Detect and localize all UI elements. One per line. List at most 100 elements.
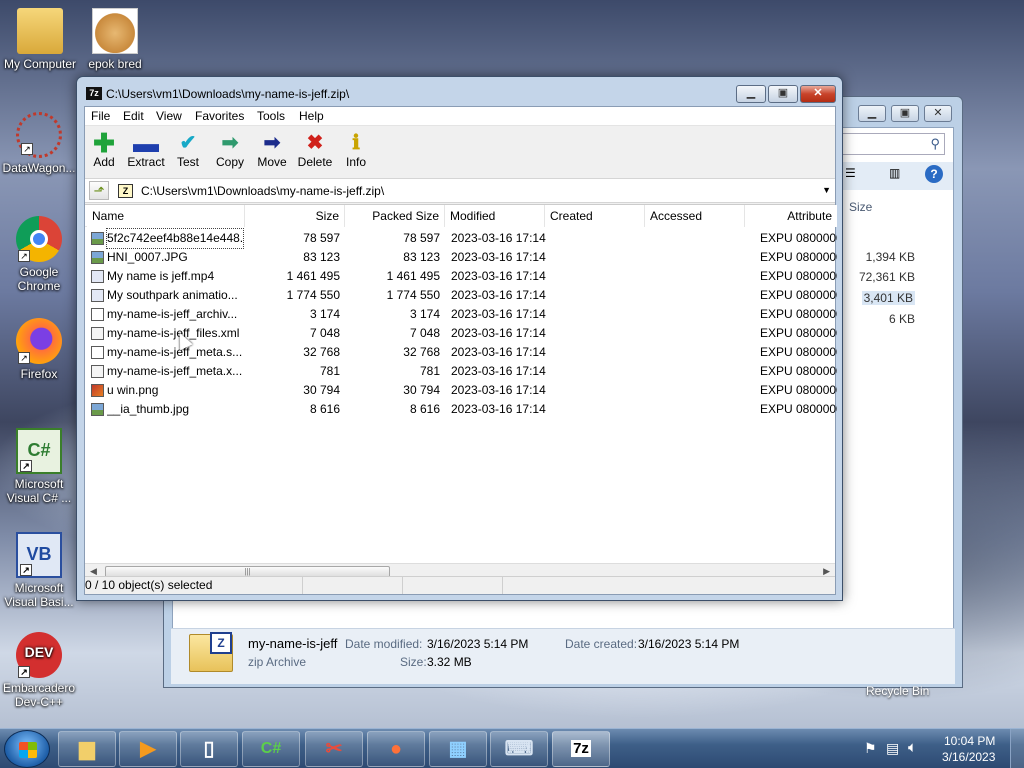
table-row[interactable]: My southpark animatio... 1 774 550 1 774 5… [85, 286, 837, 305]
desktop-icon-visual-basic[interactable]: VB ↗ Microsoft Visual Basi... [0, 532, 78, 609]
add-button[interactable]: ✚ Add [82, 130, 126, 169]
desktop-icon-chrome[interactable]: ↗ Google Chrome [0, 216, 78, 293]
folder-up-button[interactable]: ⬏ [89, 181, 109, 200]
info-button[interactable]: ℹ Info [334, 131, 378, 169]
taskbar: ▆ ▶ ▯ C# ✂ ● ▦ ⌨ 7z ⚑ ▤ 🔈︎ 10:04 PM 3/16… [0, 728, 1024, 768]
image-file-icon [91, 232, 104, 245]
move-button[interactable]: ➡ Move [250, 131, 294, 169]
file-size: 1 774 550 [286, 288, 340, 302]
file-modified: 2023-03-16 17:14 [451, 288, 546, 302]
taskbar-7zip[interactable]: 7z [552, 731, 610, 767]
taskbar-firefox[interactable]: ● [367, 731, 425, 767]
file-size: 30 794 [303, 383, 340, 397]
file-name: __ia_thumb.jpg [107, 402, 190, 416]
video-file-icon [91, 289, 104, 302]
desktop-icon-label: DataWagon... [2, 161, 76, 175]
table-row[interactable]: my-name-is-jeff_meta.x... 781 781 2023-03-1… [85, 362, 837, 381]
column-attributes[interactable]: Attribute [745, 205, 837, 227]
copy-button[interactable]: ➡ Copy [208, 131, 252, 169]
x-icon: ✖ [306, 132, 324, 154]
menu-tools[interactable]: Tools [257, 109, 285, 123]
explorer-close-button[interactable]: ✕ [924, 105, 952, 122]
taskbar-paint[interactable]: ✂ [305, 731, 363, 767]
details-modified-value: 3/16/2023 5:14 PM [427, 637, 529, 651]
explorer-search-box[interactable]: ⚲ [825, 133, 945, 155]
table-row[interactable]: __ia_thumb.jpg 8 616 8 616 2023-03-16 17:14… [85, 400, 837, 419]
explorer-minimize-button[interactable]: ▁ [858, 105, 886, 122]
clock-time[interactable]: 10:04 PM [944, 734, 995, 748]
table-row[interactable]: my-name-is-jeff_archiv... 3 174 3 174 2023-… [85, 305, 837, 324]
size-column-header[interactable]: Size [849, 200, 872, 214]
taskbar-explorer[interactable]: ▆ [58, 731, 116, 767]
chevron-down-icon[interactable]: ▼ [822, 185, 831, 195]
table-row[interactable]: my-name-is-jeff_files.xml 7 048 7 048 2023-… [85, 324, 837, 343]
file-file-icon [91, 346, 104, 359]
explorer-maximize-button[interactable]: ▣ [891, 105, 919, 122]
taskbar-notepad[interactable]: ▯ [180, 731, 238, 767]
preview-pane-icon[interactable]: ▥ [889, 166, 900, 180]
column-packed-size[interactable]: Packed Size [345, 205, 445, 227]
menu-edit[interactable]: Edit [123, 109, 144, 123]
desktop-icon-label: epok bred [88, 57, 142, 71]
datawagon-icon: ↗ [16, 112, 62, 158]
explorer-file-size: 1,394 KB [865, 250, 915, 264]
clock-date[interactable]: 3/16/2023 [942, 750, 995, 764]
column-created[interactable]: Created [545, 205, 645, 227]
column-accessed[interactable]: Accessed [645, 205, 745, 227]
table-row[interactable]: My name is jeff.mp4 1 461 495 1 461 495 202… [85, 267, 837, 286]
desktop-icon-label: Firefox [20, 367, 58, 381]
xml-file-icon [91, 327, 104, 340]
desktop-icon-firefox[interactable]: ↗ Firefox [0, 318, 78, 381]
sevenzip-window[interactable]: 7z C:\Users\vm1\Downloads\my-name-is-jef… [76, 76, 843, 601]
column-header-row: Name Size Packed Size Modified Created A… [85, 205, 837, 227]
taskbar-media-player[interactable]: ▶ [119, 731, 177, 767]
minimize-button[interactable]: ▁ [736, 85, 766, 103]
desktop-icon-datawagon[interactable]: ↗ DataWagon... [0, 112, 78, 175]
sevenzip-titlebar[interactable]: 7z C:\Users\vm1\Downloads\my-name-is-jef… [77, 77, 842, 107]
file-name: 5f2c742eef4b88e14e448... [106, 228, 244, 249]
address-bar: ⬏ Z C:\Users\vm1\Downloads\my-name-is-je… [85, 178, 835, 203]
maximize-button[interactable]: ▣ [768, 85, 798, 103]
view-options-icon[interactable]: ☰ [845, 166, 856, 180]
search-icon: ⚲ [930, 136, 940, 151]
extract-button[interactable]: ▬ Extract [124, 130, 168, 169]
table-row[interactable]: 5f2c742eef4b88e14e448... 78 597 78 597 2023… [85, 228, 837, 249]
chrome-icon: ↗ [16, 216, 62, 262]
explorer-file-size: 3,401 KB [861, 291, 915, 305]
file-attributes: EXPU 0800000 [760, 326, 837, 340]
table-row[interactable]: my-name-is-jeff_meta.s... 32 768 32 768 202… [85, 343, 837, 362]
column-name[interactable]: Name [87, 205, 245, 227]
menu-view[interactable]: View [156, 109, 182, 123]
start-button[interactable] [4, 730, 50, 768]
recycle-bin-label[interactable]: Recycle Bin [866, 684, 929, 698]
desktop-icon-visual-csharp[interactable]: C# ↗ Microsoft Visual C# ... [0, 428, 78, 505]
menu-help[interactable]: Help [299, 109, 324, 123]
desktop-icon-epok-bred[interactable]: epok bred [76, 8, 154, 71]
flag-icon[interactable]: ⚑ [864, 740, 877, 757]
close-button[interactable]: ✕ [800, 85, 836, 103]
menu-file[interactable]: File [91, 109, 110, 123]
desktop-icon-my-computer[interactable]: My Computer [1, 8, 79, 71]
show-desktop-button[interactable] [1010, 729, 1024, 768]
desktop-icon-devcpp[interactable]: DEV ↗ Embarcadero Dev-C++ [0, 632, 78, 709]
file-list[interactable]: Name Size Packed Size Modified Created A… [85, 204, 837, 580]
help-icon[interactable]: ? [925, 165, 943, 183]
image-file-icon [91, 403, 104, 416]
network-icon[interactable]: ▤ [886, 740, 899, 757]
delete-button[interactable]: ✖ Delete [293, 131, 337, 169]
taskbar-visual-csharp[interactable]: C# [242, 731, 300, 767]
menu-favorites[interactable]: Favorites [195, 109, 244, 123]
test-button[interactable]: ✔ Test [166, 131, 210, 169]
taskbar-keyboard[interactable]: ⌨ [490, 731, 548, 767]
address-input[interactable]: C:\Users\vm1\Downloads\my-name-is-jeff.z… [141, 184, 384, 198]
toolbar: ✚ Add ▬ Extract ✔ Test ➡ Copy ➡ Move ✖ D… [85, 127, 835, 177]
file-file-icon [91, 308, 104, 321]
column-modified[interactable]: Modified [445, 205, 545, 227]
file-packed-size: 78 597 [403, 231, 440, 245]
volume-icon[interactable]: 🔈︎ [908, 739, 917, 756]
windows-logo-lower [19, 750, 37, 758]
column-size[interactable]: Size [245, 205, 345, 227]
taskbar-control-panel[interactable]: ▦ [429, 731, 487, 767]
table-row[interactable]: u win.png 30 794 30 794 2023-03-16 17:14 EXP… [85, 381, 837, 400]
table-row[interactable]: HNI_0007.JPG 83 123 83 123 2023-03-16 17:14… [85, 248, 837, 267]
